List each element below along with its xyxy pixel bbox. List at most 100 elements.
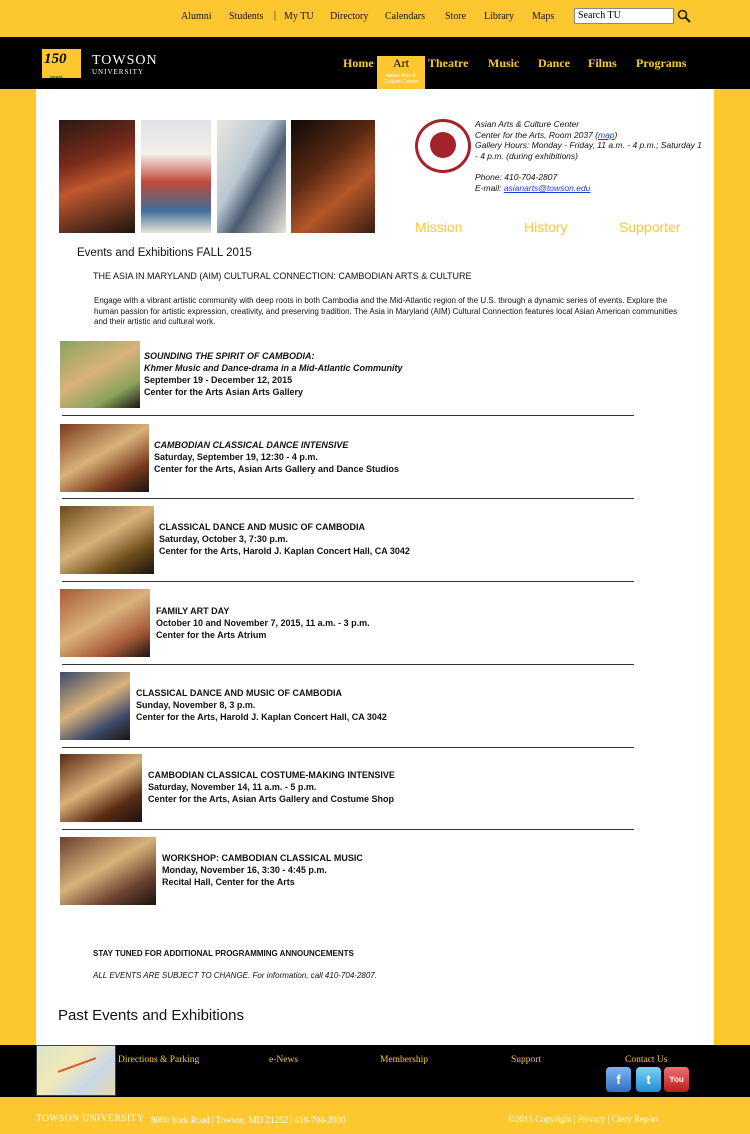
intro-paragraph: Engage with a vibrant artistic community… bbox=[94, 296, 678, 327]
event-date: September 19 - December 12, 2015 bbox=[144, 375, 293, 385]
center-address: Center for the Arts, Room 2037 (map) bbox=[475, 129, 618, 140]
util-link-library[interactable]: Library bbox=[484, 11, 514, 22]
university-sub: UNIVERSITY bbox=[92, 68, 144, 76]
event-image[interactable] bbox=[60, 341, 140, 408]
footer-address: 8000 York Road | Towson, MD 21252 | 410-… bbox=[151, 1115, 346, 1125]
logo-badge-number: 150 bbox=[44, 51, 67, 67]
event-place: Center for the Arts, Harold J. Kaplan Co… bbox=[159, 546, 410, 556]
event-title-line2: Khmer Music and Dance-drama in a Mid-Atl… bbox=[144, 363, 403, 373]
twitter-icon[interactable]: t bbox=[636, 1067, 661, 1092]
event-place: Center for the Arts, Harold J. Kaplan Co… bbox=[136, 712, 387, 722]
footer-directions-link[interactable]: Directions & Parking bbox=[118, 1055, 199, 1065]
footer-enews-link[interactable]: e-News bbox=[269, 1055, 298, 1065]
search-input[interactable]: Search TU bbox=[574, 8, 674, 24]
youtube-icon[interactable]: You Tube bbox=[664, 1067, 689, 1109]
event-date: Saturday, October 3, 7:30 p.m. bbox=[159, 534, 288, 544]
center-seal-logo bbox=[415, 119, 471, 173]
event-image[interactable] bbox=[60, 837, 156, 905]
center-name: Asian Arts & Culture Center bbox=[475, 119, 580, 129]
event-image[interactable] bbox=[60, 424, 149, 492]
tab-mission[interactable]: Mission bbox=[415, 219, 462, 235]
site-footer: Directions & Parking e-News Membership S… bbox=[0, 1045, 750, 1109]
utility-bar: Alumni Students | My TU Directory Calend… bbox=[0, 0, 750, 37]
util-link-alumni[interactable]: Alumni bbox=[181, 11, 212, 22]
logo-badge-sub: years bbox=[50, 75, 63, 81]
event-date: October 10 and November 7, 2015, 11 a.m.… bbox=[156, 618, 370, 628]
footer-university-name[interactable]: TOWSON UNIVERSITY bbox=[36, 1114, 144, 1124]
tab-supporter[interactable]: Supporter bbox=[619, 219, 680, 235]
util-link-students[interactable]: Students bbox=[229, 11, 263, 22]
event-item: SOUNDING THE SPIRIT OF CAMBODIA: Khmer M… bbox=[144, 350, 403, 398]
main-content: Asian Arts & Culture Center Center for t… bbox=[36, 89, 714, 1045]
facebook-icon[interactable]: f bbox=[606, 1067, 631, 1092]
search-icon[interactable] bbox=[677, 9, 691, 23]
event-image[interactable] bbox=[60, 589, 150, 657]
nav-art-active[interactable]: Art Asian Arts & Culture Center bbox=[377, 56, 425, 89]
photo-monk-sand-art bbox=[291, 120, 375, 233]
event-date: Monday, November 16, 3:30 - 4:45 p.m. bbox=[162, 865, 327, 875]
nav-art-sub: Asian Arts & Culture Center bbox=[383, 73, 419, 85]
bottom-bar: TOWSON UNIVERSITY 8000 York Road | Towso… bbox=[0, 1097, 750, 1134]
event-place: Center for the Arts, Asian Arts Gallery … bbox=[154, 464, 400, 474]
event-divider bbox=[62, 829, 634, 830]
center-email: E-mail: asianarts@towson.edu bbox=[475, 182, 591, 193]
event-item: CLASSICAL DANCE AND MUSIC OF CAMBODIA Su… bbox=[136, 687, 387, 723]
event-date: Sunday, November 8, 3 p.m. bbox=[136, 700, 256, 710]
footer-membership-link[interactable]: Membership bbox=[380, 1055, 428, 1065]
change-notice: ALL EVENTS ARE SUBJECT TO CHANGE. For in… bbox=[93, 971, 377, 980]
clery-report-link[interactable]: Clery Report bbox=[612, 1114, 659, 1124]
event-image[interactable] bbox=[60, 672, 130, 740]
events-title: Events and Exhibitions FALL 2015 bbox=[77, 247, 252, 259]
event-divider bbox=[62, 581, 634, 582]
footer-legal: ©2015 Copyright | Privacy | Clery Report bbox=[508, 1114, 659, 1124]
site-header: 150 years TOWSON UNIVERSITY Home Art Asi… bbox=[0, 37, 750, 89]
event-item: CAMBODIAN CLASSICAL DANCE INTENSIVE Satu… bbox=[154, 439, 399, 475]
event-place: Center for the Arts Asian Arts Gallery bbox=[144, 387, 304, 397]
util-link-calendars[interactable]: Calendars bbox=[385, 11, 425, 22]
series-subtitle: THE ASIA IN MARYLAND (AIM) CULTURAL CONN… bbox=[93, 271, 472, 281]
privacy-link[interactable]: Privacy bbox=[578, 1114, 606, 1124]
event-place: Center for the Arts, Asian Arts Gallery … bbox=[148, 794, 395, 804]
event-item: WORKSHOP: CAMBODIAN CLASSICAL MUSIC Mond… bbox=[162, 852, 363, 888]
util-link-directory[interactable]: Directory bbox=[330, 11, 368, 22]
copyright-text: ©2015 Copyright bbox=[508, 1114, 572, 1124]
past-events-heading[interactable]: Past Events and Exhibitions bbox=[58, 1007, 244, 1024]
footer-contact-link[interactable]: Contact Us bbox=[625, 1055, 667, 1065]
nav-films[interactable]: Films bbox=[588, 56, 617, 71]
nav-theatre[interactable]: Theatre bbox=[428, 56, 468, 71]
footer-support-link[interactable]: Support bbox=[511, 1055, 541, 1065]
gallery-hours: Gallery Hours: Monday - Friday, 11 a.m. … bbox=[475, 140, 702, 161]
photo-musicians bbox=[59, 120, 135, 233]
util-separator: | bbox=[274, 10, 277, 21]
util-link-store[interactable]: Store bbox=[445, 11, 466, 22]
map-link[interactable]: map bbox=[598, 130, 615, 140]
tab-history[interactable]: History bbox=[524, 219, 568, 235]
center-info: Asian Arts & Culture Center Center for t… bbox=[475, 119, 705, 194]
util-link-mytu[interactable]: My TU bbox=[284, 11, 314, 22]
event-title: CLASSICAL DANCE AND MUSIC OF CAMBODIA bbox=[136, 688, 342, 698]
event-date: Saturday, September 19, 12:30 - 4 p.m. bbox=[154, 452, 318, 462]
event-title: CLASSICAL DANCE AND MUSIC OF CAMBODIA bbox=[159, 522, 365, 532]
util-link-maps[interactable]: Maps bbox=[532, 11, 554, 22]
anniversary-logo[interactable]: 150 years bbox=[42, 49, 81, 81]
email-link[interactable]: asianarts@towson.edu bbox=[504, 183, 591, 193]
event-date: Saturday, November 14, 11 a.m. - 5 p.m. bbox=[148, 782, 317, 792]
stay-tuned-notice: STAY TUNED FOR ADDITIONAL PROGRAMMING AN… bbox=[93, 949, 354, 958]
photo-vase bbox=[141, 120, 211, 233]
map-thumbnail[interactable] bbox=[36, 1045, 116, 1096]
photo-gallery-visitor bbox=[217, 120, 286, 233]
nav-dance[interactable]: Dance bbox=[538, 56, 570, 71]
event-image[interactable] bbox=[60, 754, 142, 822]
event-place: Center for the Arts Atrium bbox=[156, 630, 267, 640]
event-image[interactable] bbox=[60, 506, 154, 574]
event-divider bbox=[62, 664, 634, 665]
nav-home[interactable]: Home bbox=[343, 56, 374, 71]
event-title: WORKSHOP: CAMBODIAN CLASSICAL MUSIC bbox=[162, 853, 363, 863]
event-item: FAMILY ART DAY October 10 and November 7… bbox=[156, 605, 370, 641]
university-name[interactable]: TOWSON bbox=[92, 53, 158, 69]
event-place: Recital Hall, Center for the Arts bbox=[162, 877, 295, 887]
event-title: FAMILY ART DAY bbox=[156, 606, 230, 616]
nav-programs[interactable]: Programs bbox=[636, 56, 686, 71]
event-item: CAMBODIAN CLASSICAL COSTUME-MAKING INTEN… bbox=[148, 769, 395, 805]
nav-music[interactable]: Music bbox=[488, 56, 519, 71]
